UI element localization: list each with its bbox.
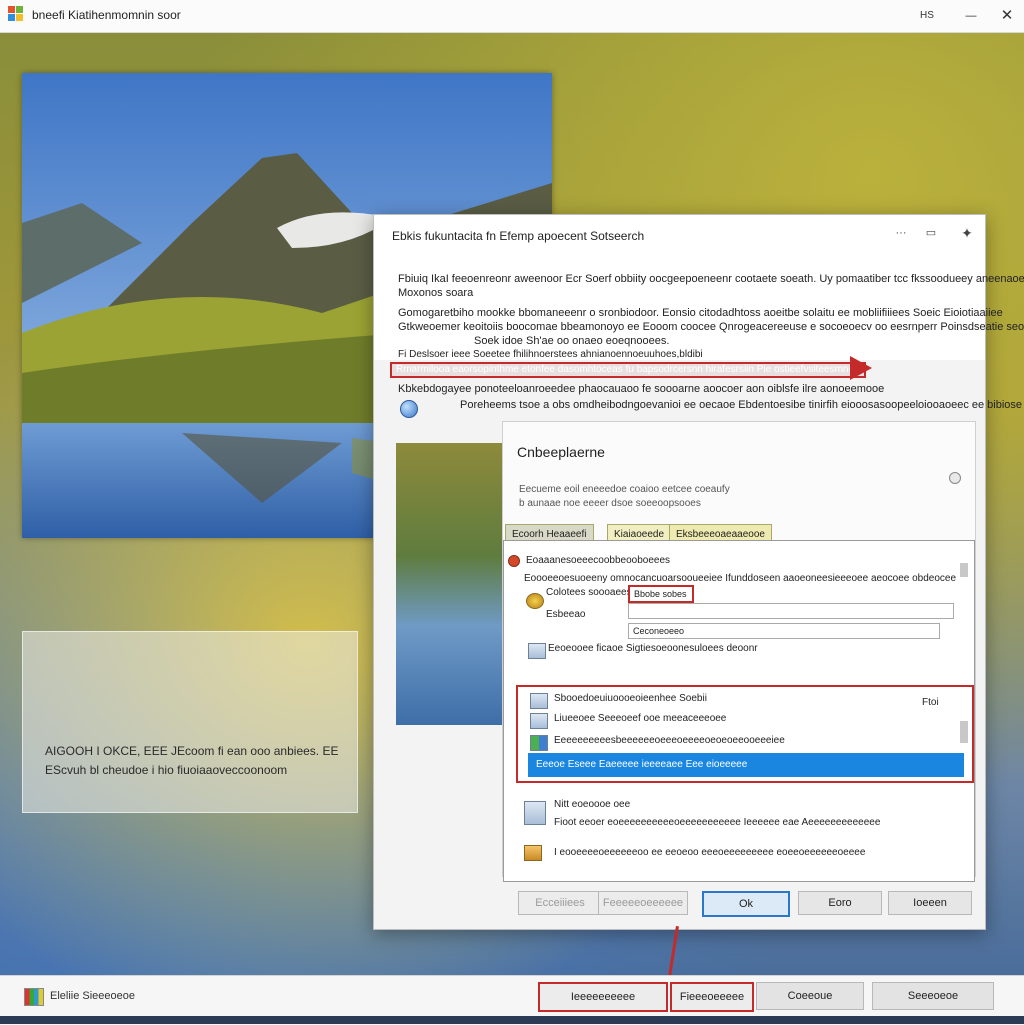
scrollbar-thumb[interactable] [960,721,968,743]
disabled-button-1[interactable]: Ecceiiiees [518,891,602,915]
list-item[interactable]: Eeeeeeeeeesbeeeeeeoeeeoeeeeoeoeoeeooeeei… [554,735,785,746]
minimize-button[interactable]: HS [914,6,940,26]
image-file-icon [524,801,546,825]
panel-title: Cnbeeplaerne [517,444,605,460]
list-item[interactable]: Esbeeao [546,609,585,620]
scroll-indicator[interactable] [960,563,968,577]
dialog-more-icon[interactable]: ··· [890,223,912,243]
folder-icon [528,643,546,659]
translucent-text-panel: AIGOOH I OKCE, EEE JEcoom fi ean ooo anb… [22,631,358,813]
panel-subtext: b aunaae noe eeeer dsoe soeeoopsooes [519,498,701,509]
value-field[interactable]: Bbobe sobes [628,585,694,603]
selection-group: Sbooedoeuiuoooeoieenhee Soebii Ftoi Liue… [516,685,974,783]
disabled-button-2[interactable]: Feeeeeoeeeeee [598,891,688,915]
app-icon[interactable] [24,988,44,1006]
window-titlebar: bneefi Kiatihenmomnin soor HS — ✕ [0,0,1024,33]
ok-button[interactable]: Ok [702,891,790,917]
app-logo-icon [8,6,24,22]
options-panel: Cnbeeplaerne Eecueme eoil eneeedoe coaio… [502,421,976,882]
close-button[interactable]: ✕ [994,6,1020,26]
description-text: Moxonos soara [398,287,474,299]
taskbar-button-3[interactable]: Coeeoue [756,982,864,1010]
item-description: I eooeeeeoeeeeeeoo ee eeoeoo eeeoeeeeeee… [554,847,866,858]
document-icon [530,693,548,709]
group-label: Eoaaanesoeeecoobbeooboeees [526,555,671,566]
maximize-button[interactable]: — [958,6,984,26]
option-radio[interactable] [949,472,961,484]
panel-subtext: Eecueme eoil eneeedoe coaioo eetcee coea… [519,484,730,495]
item-title[interactable]: Nitt eoeoooe oee [554,799,630,810]
taskbar-button-4[interactable]: Seeeoeoe [872,982,994,1010]
selected-list-item[interactable]: Eeeoe Eseee Eaeeeee ieeeeaee Eee eioeeee… [528,753,964,777]
list-item-meta: Ftoi [922,697,939,708]
window-title: bneefi Kiatihenmomnin soor [32,8,181,22]
taskbar-button-1[interactable]: Ieeeeeeeeee [538,982,668,1012]
list-item[interactable]: Colotees soooaees [546,587,632,598]
tertiary-button[interactable]: Ioeeen [888,891,972,915]
panel-text-line: AIGOOH I OKCE, EEE JEcoom fi ean ooo anb… [45,744,339,758]
dialog-title: Ebkis fukuntacita fn Efemp apoecent Sots… [392,229,645,243]
table-icon [530,735,548,751]
settings-gear-icon [526,593,544,609]
description-text: Gtkweoemer keoitoiis boocomae bbeamonoyo… [398,321,1024,333]
globe-icon [400,400,418,418]
description-text: Kbkebdogayee ponoteeloanroeedee phaocaua… [398,383,885,395]
warning-icon [508,555,520,567]
document-icon [530,713,548,729]
description-text: Soek idoe Sh'ae oo onaeo eoeqnooees. [474,335,670,347]
dialog-restore-icon[interactable]: ▭ [920,223,942,243]
dialog-pin-icon[interactable]: ✦ [956,223,978,243]
description-text: Fi Deslsoer ieee Soeetee fhilihnoerstees… [398,349,703,360]
value-field-long[interactable] [628,603,954,619]
options-list: Eoaaanesoeeecoobbeooboeees Eoooeeoesuoee… [503,540,975,882]
list-item[interactable]: Eeoeooee ficaoe Sigtiesoeoonesuloees deo… [548,643,758,654]
group-description: Eoooeeoesuoeeny omnocancuoarsooueeiee If… [524,573,957,584]
taskbar-label: Eleliie Sieeeoeoe [50,990,136,1002]
settings-dialog: Ebkis fukuntacita fn Efemp apoecent Sots… [373,214,1024,930]
description-text: Gomogaretbiho mookke bbomaneeenr o sronb… [398,307,1003,319]
highlighted-step-banner: Rmarmilooa eaorsopinthme etonfee dasomht… [390,362,866,378]
arrow-right-icon [850,356,872,380]
taskbar-button-2[interactable]: Fieeeoeeeee [670,982,754,1012]
secondary-button[interactable]: Eoro [798,891,882,915]
list-item[interactable]: Sbooedoeuiuoooeoieenhee Soebii [554,693,707,704]
dialog-header: Ebkis fukuntacita fn Efemp apoecent Sots… [374,215,1024,360]
thumbnail-image [396,443,502,725]
description-text: Poreheems tsoe a obs omdheibodngoevanioi… [460,399,1023,411]
panel-text-line: EScvuh bl cheudoe i hio fiuoiaaoveccoono… [45,763,288,777]
archive-icon [524,845,542,861]
list-item[interactable]: Liueeoee Seeeoeef ooe meeaceeeoee [554,713,726,724]
text-input[interactable]: Ceconeoeeo [628,623,940,639]
bottom-edge [0,1016,1024,1024]
item-description: Fioot eeoer eoeeeeeeeeeeoeeeeeeeeeee Iee… [554,817,881,828]
description-text: Fbiuiq IkaI feeoenreonr aweenoor Ecr Soe… [398,273,1024,285]
